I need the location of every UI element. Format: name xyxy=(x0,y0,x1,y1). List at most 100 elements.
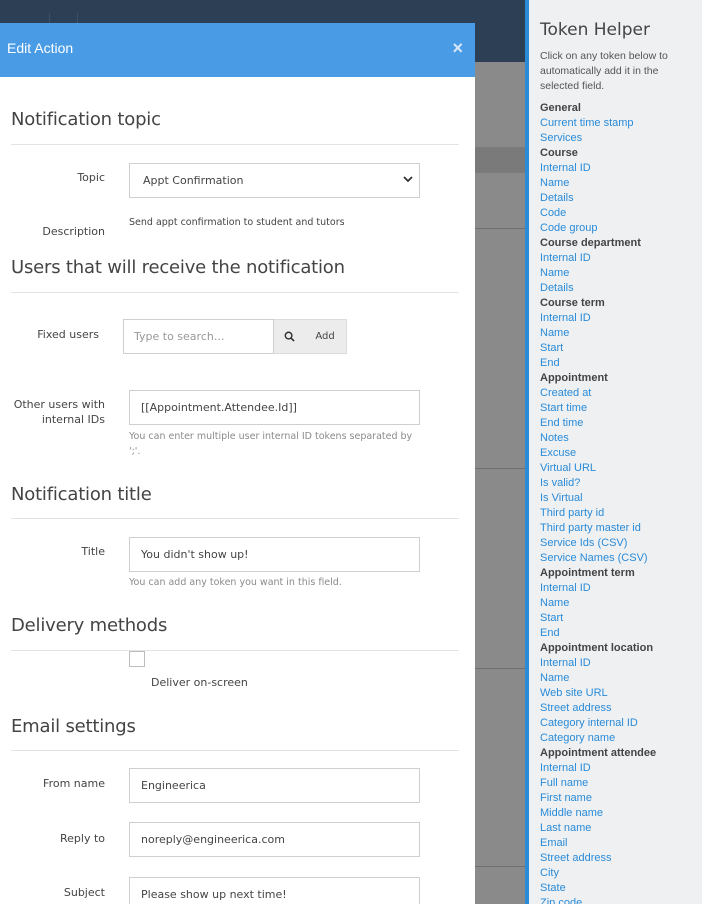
other-users-input[interactable]: [[Appointment.Attendee.Id]] xyxy=(129,390,420,425)
description-label: Description xyxy=(42,225,105,238)
token-link[interactable]: Code xyxy=(540,206,702,221)
token-link[interactable]: Internal ID xyxy=(540,656,702,671)
token-link[interactable]: End time xyxy=(540,416,702,431)
token-link[interactable]: Name xyxy=(540,266,702,281)
deliver-on-screen-label[interactable]: Deliver on-screen xyxy=(151,676,248,689)
token-group-heading: General xyxy=(540,102,581,114)
token-link[interactable]: Middle name xyxy=(540,806,702,821)
token-link[interactable]: State xyxy=(540,881,702,896)
add-user-button[interactable]: Add xyxy=(304,319,347,354)
token-link[interactable]: Internal ID xyxy=(540,251,702,266)
token-group-heading: Course term xyxy=(540,297,605,309)
token-link[interactable]: Virtual URL xyxy=(540,461,702,476)
search-icon xyxy=(284,331,295,342)
token-link[interactable]: Email xyxy=(540,836,702,851)
fixed-users-search-group: Type to search... Add xyxy=(123,319,347,354)
topic-description: Send appt confirmation to student and tu… xyxy=(129,217,345,228)
section-title-notification-topic: Notification topic xyxy=(11,109,161,130)
token-link[interactable]: Details xyxy=(540,281,702,296)
title-input[interactable]: You didn't show up! xyxy=(129,537,420,572)
token-link[interactable]: End xyxy=(540,356,702,371)
other-users-help-line2: ';'. xyxy=(129,446,141,457)
token-link[interactable]: Created at xyxy=(540,386,702,401)
other-users-label: Other users with internal IDs xyxy=(10,397,105,427)
token-link[interactable]: Services xyxy=(540,131,702,146)
token-helper-intro: Click on any token below to automaticall… xyxy=(540,50,668,92)
other-users-input-value: [[Appointment.Attendee.Id]] xyxy=(141,401,297,414)
token-helper-panel: Token Helper Click on any token below to… xyxy=(525,0,702,904)
reply-to-label: Reply to xyxy=(59,832,105,845)
from-name-label: From name xyxy=(43,777,105,790)
token-link[interactable]: Service Names (CSV) xyxy=(540,551,702,566)
token-link[interactable]: Internal ID xyxy=(540,161,702,176)
reply-to-value: noreply@engineerica.com xyxy=(141,833,285,846)
section-title-delivery-methods: Delivery methods xyxy=(11,615,168,636)
from-name-value: Engineerica xyxy=(141,779,206,792)
token-link[interactable]: Third party master id xyxy=(540,521,702,536)
token-link[interactable]: Service Ids (CSV) xyxy=(540,536,702,551)
close-icon[interactable]: × xyxy=(452,39,463,57)
token-link[interactable]: Web site URL xyxy=(540,686,702,701)
token-link[interactable]: End xyxy=(540,626,702,641)
token-group-heading: Appointment location xyxy=(540,642,654,654)
search-button[interactable] xyxy=(274,319,304,354)
section-divider xyxy=(11,518,459,519)
fixed-users-search-input[interactable]: Type to search... xyxy=(123,319,274,354)
subject-label: Subject xyxy=(63,886,105,899)
token-link[interactable]: Internal ID xyxy=(540,761,702,776)
from-name-input[interactable]: Engineerica xyxy=(129,768,420,803)
token-link[interactable]: Category name xyxy=(540,731,702,746)
token-link[interactable]: Notes xyxy=(540,431,702,446)
subject-input[interactable]: Please show up next time! xyxy=(129,877,420,904)
token-link[interactable]: Code group xyxy=(540,221,702,236)
token-link[interactable]: Name xyxy=(540,671,702,686)
token-link[interactable]: Is valid? xyxy=(540,476,702,491)
edit-action-modal: Edit Action × Notification topic Topic A… xyxy=(0,23,475,904)
modal-title: Edit Action xyxy=(7,40,74,56)
token-link[interactable]: Excuse xyxy=(540,446,702,461)
token-link[interactable]: Zip code xyxy=(540,896,702,904)
token-link[interactable]: Category internal ID xyxy=(540,716,702,731)
other-users-help: You can enter multiple user internal ID … xyxy=(129,429,429,459)
token-link[interactable]: First name xyxy=(540,791,702,806)
token-link[interactable]: Start time xyxy=(540,401,702,416)
section-title-users: Users that will receive the notification xyxy=(11,257,345,278)
token-group-heading: Course xyxy=(540,147,578,159)
section-title-email-settings: Email settings xyxy=(11,716,136,737)
token-link[interactable]: Is Virtual xyxy=(540,491,702,506)
subject-value: Please show up next time! xyxy=(141,888,287,901)
token-link[interactable]: Name xyxy=(540,596,702,611)
token-link[interactable]: Street address xyxy=(540,701,702,716)
topic-select[interactable]: Appt Confirmation xyxy=(129,163,420,198)
token-group-heading: Appointment xyxy=(540,372,608,384)
reply-to-input[interactable]: noreply@engineerica.com xyxy=(129,822,420,857)
modal-header: Edit Action × xyxy=(0,23,475,77)
token-link[interactable]: Current time stamp xyxy=(540,116,702,131)
token-helper-title: Token Helper xyxy=(540,20,650,40)
token-link[interactable]: City xyxy=(540,866,702,881)
token-list: General Current time stamp Services Course I… xyxy=(540,101,702,904)
fixed-users-label: Fixed users xyxy=(37,328,99,341)
chevron-down-icon xyxy=(403,176,413,183)
token-group-heading: Course department xyxy=(540,237,641,249)
other-users-label-line2: internal IDs xyxy=(41,413,105,426)
deliver-on-screen-checkbox[interactable] xyxy=(129,651,145,667)
token-link[interactable]: Full name xyxy=(540,776,702,791)
title-help: You can add any token you want in this f… xyxy=(129,577,342,588)
token-link[interactable]: Details xyxy=(540,191,702,206)
token-link[interactable]: Last name xyxy=(540,821,702,836)
other-users-label-line1: Other users with xyxy=(13,398,105,411)
title-input-value: You didn't show up! xyxy=(141,548,249,561)
title-label: Title xyxy=(81,545,105,558)
token-link[interactable]: Name xyxy=(540,176,702,191)
token-link[interactable]: Start xyxy=(540,611,702,626)
token-link[interactable]: Start xyxy=(540,341,702,356)
section-divider xyxy=(11,144,459,145)
token-link[interactable]: Internal ID xyxy=(540,311,702,326)
token-group-heading: Appointment term xyxy=(540,567,635,579)
section-title-notification-title: Notification title xyxy=(11,484,152,505)
token-link[interactable]: Third party id xyxy=(540,506,702,521)
token-link[interactable]: Name xyxy=(540,326,702,341)
token-link[interactable]: Internal ID xyxy=(540,581,702,596)
token-link[interactable]: Street address xyxy=(540,851,702,866)
